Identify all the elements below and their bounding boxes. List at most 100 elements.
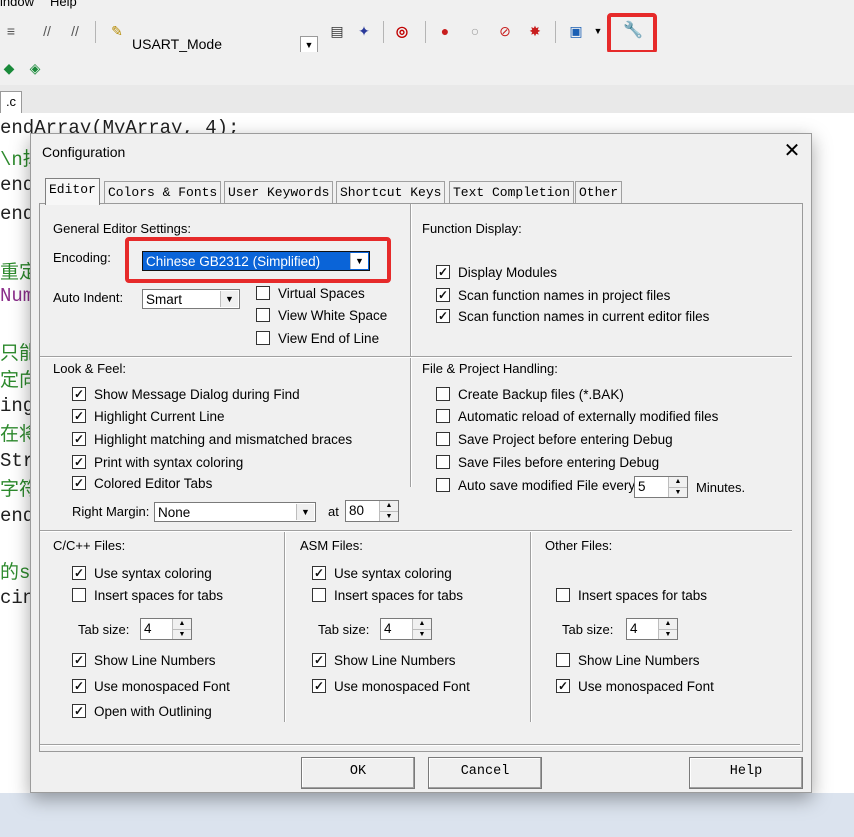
- other-insert-spaces-checkbox[interactable]: Insert spaces for tabs: [556, 587, 707, 605]
- tab-editor[interactable]: Editor: [45, 178, 100, 205]
- ok-button[interactable]: OK: [301, 757, 415, 789]
- cpp-line-numbers-checkbox[interactable]: ✓ Show Line Numbers: [72, 652, 216, 670]
- checkbox-unchecked[interactable]: [556, 653, 570, 668]
- print-syntax-checkbox[interactable]: ✓ Print with syntax coloring: [72, 454, 243, 472]
- close-icon[interactable]: ✕: [781, 140, 803, 162]
- checkbox-checked[interactable]: ✓: [72, 409, 86, 424]
- create-backup-checkbox[interactable]: Create Backup files (*.BAK): [436, 386, 624, 404]
- chevron-down-icon[interactable]: ▼: [589, 22, 607, 40]
- checkbox-checked[interactable]: ✓: [436, 265, 450, 280]
- checkbox-checked[interactable]: ✓: [72, 653, 86, 668]
- unindent-icon[interactable]: ≡: [2, 22, 20, 40]
- debug-icon[interactable]: ◎: [393, 22, 411, 40]
- checkbox-unchecked[interactable]: [556, 588, 570, 603]
- spinner-arrows[interactable]: ▲ ▼: [668, 477, 687, 497]
- checkbox-checked[interactable]: ✓: [436, 288, 450, 303]
- scan-project-checkbox[interactable]: ✓ Scan function names in project files: [436, 287, 670, 305]
- pack-installer-icon[interactable]: ◆: [0, 59, 18, 77]
- checkbox-unchecked[interactable]: [436, 478, 450, 493]
- menu-help[interactable]: Help: [50, 0, 77, 9]
- other-monospaced-checkbox[interactable]: ✓ Use monospaced Font: [556, 678, 714, 696]
- window-layout-icon[interactable]: ▣: [567, 22, 585, 40]
- spin-up-icon[interactable]: ▲: [669, 477, 687, 487]
- save-project-checkbox[interactable]: Save Project before entering Debug: [436, 431, 673, 449]
- cpp-syntax-checkbox[interactable]: ✓ Use syntax coloring: [72, 565, 212, 583]
- menu-window[interactable]: indow: [0, 0, 34, 9]
- checkbox-unchecked[interactable]: [256, 286, 270, 301]
- checkbox-checked[interactable]: ✓: [436, 309, 450, 324]
- other-line-numbers-checkbox[interactable]: Show Line Numbers: [556, 652, 700, 670]
- checkbox-checked[interactable]: ✓: [312, 679, 326, 694]
- cancel-button[interactable]: Cancel: [428, 757, 542, 789]
- breakpoint-disabled-icon[interactable]: ○: [466, 22, 484, 40]
- checkbox-unchecked[interactable]: [72, 588, 86, 603]
- right-margin-column-spinner[interactable]: 80 ▲ ▼: [345, 500, 399, 522]
- checkbox-unchecked[interactable]: [436, 387, 450, 402]
- asm-syntax-checkbox[interactable]: ✓ Use syntax coloring: [312, 565, 452, 583]
- tab-colors-fonts[interactable]: Colors & Fonts: [104, 181, 222, 204]
- checkbox-checked[interactable]: ✓: [72, 387, 86, 402]
- spin-down-icon[interactable]: ▼: [413, 629, 431, 639]
- other-tab-size-spinner[interactable]: 4 ▲ ▼: [626, 618, 678, 640]
- auto-reload-checkbox[interactable]: Automatic reload of externally modified …: [436, 408, 718, 426]
- tab-user-keywords[interactable]: User Keywords: [224, 181, 334, 204]
- cpp-insert-spaces-checkbox[interactable]: Insert spaces for tabs: [72, 587, 223, 605]
- spin-down-icon[interactable]: ▼: [669, 487, 687, 497]
- checkbox-unchecked[interactable]: [256, 308, 270, 323]
- spin-down-icon[interactable]: ▼: [173, 629, 191, 639]
- spinner-arrows[interactable]: ▲ ▼: [412, 619, 431, 639]
- uncomment-icon[interactable]: //: [66, 22, 84, 40]
- asm-insert-spaces-checkbox[interactable]: Insert spaces for tabs: [312, 587, 463, 605]
- tab-other[interactable]: Other: [575, 181, 623, 204]
- manage-runtime-icon[interactable]: ◈: [26, 59, 44, 77]
- checkbox-checked[interactable]: ✓: [72, 455, 86, 470]
- checkbox-unchecked[interactable]: [436, 432, 450, 447]
- cpp-monospaced-checkbox[interactable]: ✓ Use monospaced Font: [72, 678, 230, 696]
- checkbox-checked[interactable]: ✓: [72, 432, 86, 447]
- auto-save-checkbox[interactable]: Auto save modified File every: [436, 477, 635, 495]
- spin-up-icon[interactable]: ▲: [173, 619, 191, 629]
- checkbox-checked[interactable]: ✓: [72, 476, 86, 491]
- checkbox-checked[interactable]: ✓: [312, 653, 326, 668]
- show-message-checkbox[interactable]: ✓ Show Message Dialog during Find: [72, 386, 300, 404]
- display-modules-checkbox[interactable]: ✓ Display Modules: [436, 264, 557, 282]
- file-tab[interactable]: .c: [0, 91, 22, 114]
- scan-editor-checkbox[interactable]: ✓ Scan function names in current editor f…: [436, 308, 709, 326]
- comment-icon[interactable]: //: [38, 22, 56, 40]
- view-end-of-line-checkbox[interactable]: View End of Line: [256, 330, 379, 348]
- target-options-icon[interactable]: ✎: [108, 22, 126, 40]
- checkbox-unchecked[interactable]: [312, 588, 326, 603]
- spin-down-icon[interactable]: ▼: [659, 629, 677, 639]
- tab-text-completion[interactable]: Text Completion: [449, 181, 575, 204]
- asm-line-numbers-checkbox[interactable]: ✓ Show Line Numbers: [312, 652, 456, 670]
- checkbox-checked[interactable]: ✓: [556, 679, 570, 694]
- asm-monospaced-checkbox[interactable]: ✓ Use monospaced Font: [312, 678, 470, 696]
- colored-tabs-checkbox[interactable]: ✓ Colored Editor Tabs: [72, 475, 212, 493]
- spin-up-icon[interactable]: ▲: [659, 619, 677, 629]
- cpp-tab-size-spinner[interactable]: 4 ▲ ▼: [140, 618, 192, 640]
- spin-up-icon[interactable]: ▲: [413, 619, 431, 629]
- checkbox-checked[interactable]: ✓: [312, 566, 326, 581]
- highlight-braces-checkbox[interactable]: ✓ Highlight matching and mismatched brace…: [72, 431, 352, 449]
- spin-down-icon[interactable]: ▼: [380, 511, 398, 521]
- checkbox-checked[interactable]: ✓: [72, 566, 86, 581]
- cpp-outlining-checkbox[interactable]: ✓ Open with Outlining: [72, 703, 212, 721]
- kill-breakpoints-icon[interactable]: ✸: [526, 22, 544, 40]
- chevron-down-icon[interactable]: ▼: [296, 504, 314, 520]
- auto-save-minutes-spinner[interactable]: 5 ▲ ▼: [634, 476, 688, 498]
- checkbox-checked[interactable]: ✓: [72, 679, 86, 694]
- checkbox-unchecked[interactable]: [436, 455, 450, 470]
- auto-indent-select[interactable]: Smart ▼: [142, 289, 240, 309]
- checkbox-checked[interactable]: ✓: [72, 704, 86, 719]
- checkbox-unchecked[interactable]: [436, 409, 450, 424]
- highlight-line-checkbox[interactable]: ✓ Highlight Current Line: [72, 408, 225, 426]
- manage-project-icon[interactable]: ▤: [328, 22, 346, 40]
- spinner-arrows[interactable]: ▲ ▼: [658, 619, 677, 639]
- right-margin-select[interactable]: None ▼: [154, 502, 316, 522]
- asm-tab-size-spinner[interactable]: 4 ▲ ▼: [380, 618, 432, 640]
- spinner-arrows[interactable]: ▲ ▼: [379, 501, 398, 521]
- help-button[interactable]: Help: [689, 757, 803, 789]
- chevron-down-icon[interactable]: ▼: [220, 291, 238, 307]
- view-white-space-checkbox[interactable]: View White Space: [256, 307, 387, 325]
- virtual-spaces-checkbox[interactable]: Virtual Spaces: [256, 285, 365, 303]
